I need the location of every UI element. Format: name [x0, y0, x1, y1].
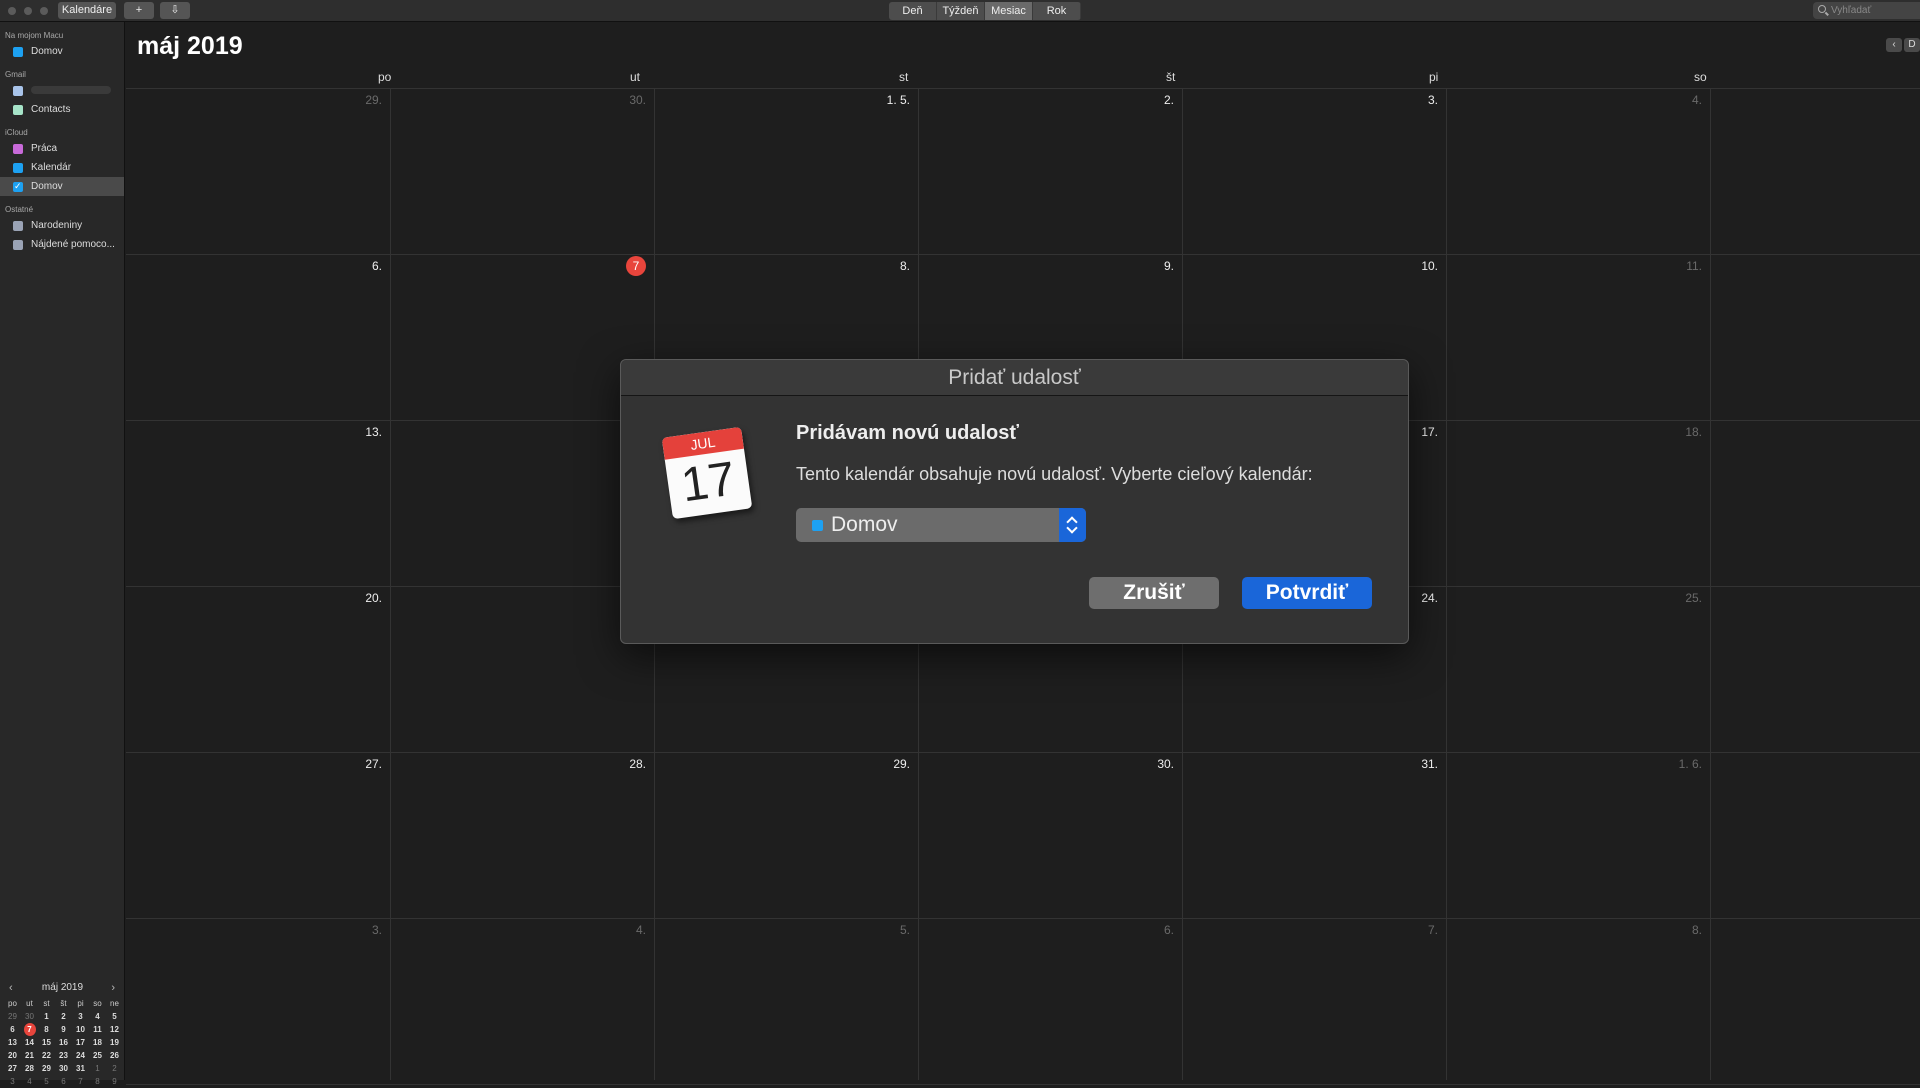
calendar-icon-day: 17: [678, 452, 739, 513]
add-event-dialog: Pridať udalosť JUL 17 Pridávam novú udal…: [620, 359, 1409, 644]
calendar-app-icon: JUL 17: [661, 426, 753, 520]
cancel-button[interactable]: Zrušiť: [1089, 577, 1219, 609]
calendar-color-swatch: [812, 520, 823, 531]
calendar-select[interactable]: Domov: [796, 508, 1086, 542]
dialog-heading: Pridávam novú udalosť: [796, 422, 1019, 444]
dialog-overlay: Pridať udalosť JUL 17 Pridávam novú udal…: [0, 0, 1920, 1080]
dialog-message: Tento kalendár obsahuje novú udalosť. Vy…: [796, 464, 1313, 484]
grid-line: [126, 1084, 1920, 1085]
chevron-updown-icon[interactable]: [1059, 508, 1086, 542]
confirm-button[interactable]: Potvrdiť: [1242, 577, 1372, 609]
calendar-select-value: Domov: [831, 513, 898, 536]
dialog-title: Pridať udalosť: [621, 360, 1408, 396]
